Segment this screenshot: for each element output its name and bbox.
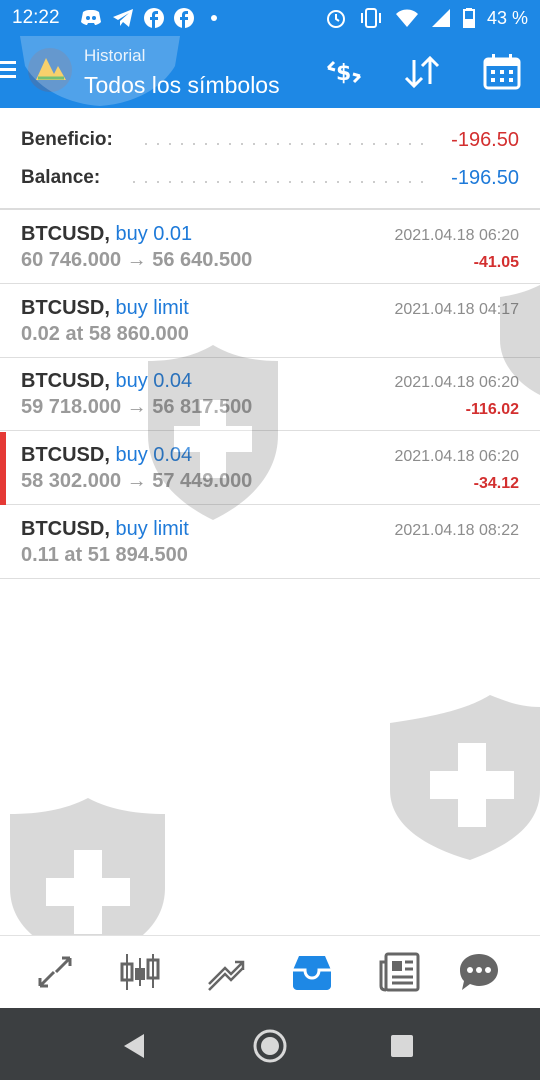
facebook-icon [174,8,194,28]
signal-icon [431,9,450,27]
back-icon[interactable] [116,1028,152,1064]
app-subtitle: Historial [84,46,146,65]
battery-percent: 43 % [486,7,528,28]
currency-exchange-icon[interactable]: $ [324,54,364,90]
system-icons: 43 % [325,7,528,29]
trade-symbol: BTCUSD, [21,223,110,245]
trade-prices: 59 718.000 → 56 817.500 [21,396,253,418]
trade-profit: -34.12 [473,475,519,492]
trade-type: buy 0.01 [115,223,193,245]
app-bar: Historial Todos los símbolos $ [0,36,540,108]
balance-value: -196.50 [451,167,519,189]
calendar-icon[interactable] [482,54,522,90]
trade-symbol: BTCUSD, [21,518,110,540]
vibrate-icon [360,8,381,28]
trade-type: buy 0.04 [115,444,193,466]
home-icon[interactable] [252,1028,288,1064]
list-item[interactable]: BTCUSD, buy 0.04 58 302.000 → 57 449.000… [0,432,540,505]
trade-symbol: BTCUSD, [21,370,110,392]
list-item[interactable]: BTCUSD, buy 0.04 59 718.000 → 56 817.500… [0,358,540,431]
battery-icon [462,8,475,28]
trade-datetime: 2021.04.18 04:17 [394,301,519,318]
profit-row: Beneficio: -196.50 [0,125,540,155]
profit-value: -196.50 [451,129,519,151]
trade-datetime: 2021.04.18 06:20 [394,448,519,465]
wifi-icon [395,9,418,27]
menu-icon[interactable] [0,58,16,82]
top-bar: 12:22 43 % Historial Todos los símbolos … [0,0,540,108]
dot-icon [211,15,217,21]
trade-prices: 58 302.000 → 57 449.000 [21,470,253,492]
svg-text:$: $ [336,61,351,86]
balance-row: Balance: -196.50 [0,163,540,193]
list-item[interactable]: BTCUSD, buy limit 0.11 at 51 894.500 202… [0,506,540,579]
list-item[interactable]: BTCUSD, buy 0.01 60 746.000 → 56 640.500… [0,211,540,284]
discord-icon [81,10,101,25]
dotted-leader [140,143,430,145]
alarm-icon [326,10,345,28]
app-logo [28,48,72,92]
trade-icon[interactable] [205,952,247,992]
page-title: Todos los símbolos [84,72,280,98]
trade-symbol: BTCUSD, [21,297,110,319]
bottom-tab-bar [0,935,540,1007]
trade-prices: 0.02 at 58 860.000 [21,323,189,345]
trade-datetime: 2021.04.18 08:22 [394,522,519,539]
trade-type: buy limit [115,297,189,319]
notification-icons [80,8,224,28]
trade-type: buy 0.04 [115,370,193,392]
watermark-shield-icon [390,695,540,860]
recents-icon[interactable] [384,1028,420,1064]
history-icon[interactable] [291,952,333,992]
news-icon[interactable] [378,952,420,992]
status-bar: 12:22 43 % [0,0,540,36]
summary-panel: Beneficio: -196.50 Balance: -196.50 [0,108,540,210]
trade-profit: -116.02 [465,401,519,418]
android-nav-bar [0,1008,540,1080]
list-item[interactable]: BTCUSD, buy limit 0.02 at 58 860.000 202… [0,285,540,358]
chat-icon[interactable] [458,952,500,992]
sort-icon[interactable] [402,54,442,90]
selected-marker [0,432,6,505]
trade-datetime: 2021.04.18 06:20 [394,227,519,244]
trade-type: buy limit [115,518,189,540]
quotes-icon[interactable] [34,952,76,992]
trade-prices: 60 746.000 → 56 640.500 [21,249,253,271]
dotted-leader [128,181,430,183]
trade-symbol: BTCUSD, [21,444,110,466]
trade-profit: -41.05 [473,254,519,271]
telegram-icon [113,9,133,27]
chart-icon[interactable] [119,952,161,992]
status-time: 12:22 [12,7,60,28]
facebook-icon [144,8,164,28]
balance-label: Balance: [21,167,101,188]
trade-prices: 0.11 at 51 894.500 [21,544,188,566]
profit-label: Beneficio: [21,129,113,150]
trade-datetime: 2021.04.18 06:20 [394,374,519,391]
